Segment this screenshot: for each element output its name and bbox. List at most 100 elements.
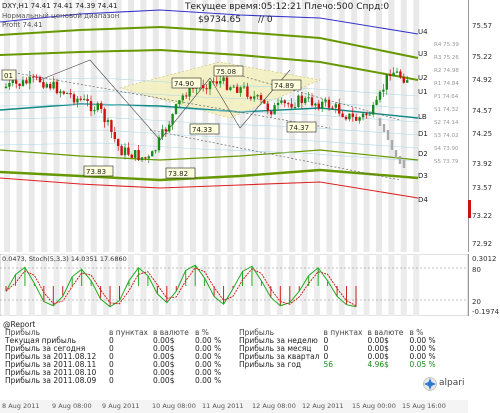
candle-body xyxy=(256,95,259,97)
candle-body xyxy=(304,98,307,103)
report-cell-label: Прибыль за год xyxy=(239,360,302,369)
stochastic-panel[interactable] xyxy=(0,254,468,316)
session-stripe xyxy=(103,254,110,316)
band-value: R4 75.39 xyxy=(434,42,459,48)
candle-body xyxy=(45,83,48,88)
candle-body xyxy=(341,113,344,117)
candle-body xyxy=(273,105,276,115)
candle-body xyxy=(174,104,178,114)
candle-body xyxy=(208,81,212,90)
session-stripe xyxy=(314,254,320,316)
session-stripe xyxy=(41,0,48,252)
session-stripe xyxy=(41,254,48,316)
candle-body xyxy=(103,108,106,123)
candle-body xyxy=(365,113,368,116)
report-panel: @Report Прибыль в пунктах в валюте в % Текущ… xyxy=(0,319,468,399)
report-row: Прибыль за год 56 4.96$ 0.05 % xyxy=(237,361,441,369)
candle-body xyxy=(8,83,11,87)
session-stripe xyxy=(177,254,184,316)
report-row: Прибыль за 2011.08.09 0 0.00$ 0.00 % xyxy=(3,377,227,385)
candle-body xyxy=(42,82,45,88)
candle-body xyxy=(52,81,55,89)
candle-body xyxy=(38,76,42,83)
report-right-table: Прибыль в пунктах в валюте в % Прибыль за не… xyxy=(237,329,441,369)
session-stripe xyxy=(103,0,110,252)
report-cell-label: Прибыль за 2011.08.09 xyxy=(5,376,97,385)
oscillator-tick: 20 xyxy=(472,298,481,306)
level-label: D4 xyxy=(418,196,428,204)
oscillator-scale[interactable]: 0.3012 80 20 -0.1974 xyxy=(468,254,500,316)
candle-body xyxy=(205,88,208,90)
candle-body xyxy=(219,81,222,84)
time-tick: 11 Aug 2011 xyxy=(202,402,244,410)
candle-body xyxy=(382,89,385,92)
report-cell-currency: 0.00$ xyxy=(153,376,175,385)
candle-body xyxy=(324,99,327,102)
band-value: S5 73.79 xyxy=(434,159,459,165)
candle-body xyxy=(242,86,246,88)
candle-body xyxy=(229,87,232,90)
oscillator-tick: -0.1974 xyxy=(472,308,500,316)
session-stripe xyxy=(363,0,370,252)
band-value: S2 74.14 xyxy=(434,120,459,126)
candle-body xyxy=(385,74,388,90)
session-stripe xyxy=(66,254,72,316)
time-tick: 8 Aug 2011 xyxy=(2,402,40,410)
price-tick: 75.22 xyxy=(472,53,493,61)
candle-body xyxy=(215,81,218,84)
session-stripe xyxy=(53,254,60,316)
candle-body xyxy=(123,147,127,156)
callout-text: 73.83 xyxy=(86,168,106,176)
time-tick: 15 Aug 16:00 xyxy=(402,402,446,410)
price-callout: 74.89 xyxy=(271,79,302,91)
candle-body xyxy=(117,139,120,147)
price-tick: 73.92 xyxy=(472,160,493,168)
candle-body xyxy=(137,150,140,161)
candle-body xyxy=(66,93,69,95)
time-tick: 9 Aug 2011 xyxy=(102,402,140,410)
candle-body xyxy=(32,76,35,78)
candle-body xyxy=(249,96,252,99)
candle-body xyxy=(178,100,181,105)
session-stripe xyxy=(165,254,172,316)
candle-body xyxy=(140,157,144,161)
projection-candle xyxy=(398,156,402,164)
price-scale[interactable]: 75.57 75.22 74.92 74.57 74.25 73.92 73.57 73.22… xyxy=(468,0,500,252)
report-cell-points: 0 xyxy=(109,376,114,385)
report-cell-points: 56 xyxy=(323,360,333,369)
price-callout: 01 xyxy=(1,69,17,81)
candle-body xyxy=(144,157,147,159)
candle-body xyxy=(171,113,174,125)
time-axis[interactable]: 8 Aug 2011 9 Aug 08:00 9 Aug 2011 10 Aug 08… xyxy=(0,400,468,413)
time-tick: 9 Aug 08:00 xyxy=(52,402,92,410)
candle-body xyxy=(35,76,38,78)
projection-candle xyxy=(402,160,406,168)
candle-body xyxy=(62,91,65,94)
candle-body xyxy=(290,103,293,108)
candle-body xyxy=(161,129,164,138)
band-value: S4 73.90 xyxy=(434,146,459,152)
candle-body xyxy=(372,104,375,115)
session-stripe xyxy=(413,254,420,316)
price-callout: 74.33 xyxy=(189,123,220,135)
candle-body xyxy=(21,80,25,86)
indicator-name: Нормальный ценовой диапазон xyxy=(2,12,120,20)
session-stripe xyxy=(289,254,296,316)
projection-candle xyxy=(390,140,394,150)
callout-text: 01 xyxy=(4,72,13,80)
session-stripe xyxy=(351,0,358,252)
report-cell-pct: 0.00 % xyxy=(195,376,222,385)
candle-body xyxy=(334,104,337,108)
band-value: R2 74.98 xyxy=(434,68,459,74)
candle-body xyxy=(154,150,157,152)
session-stripe xyxy=(115,254,122,316)
candle-body xyxy=(348,113,351,120)
candle-body xyxy=(263,99,266,104)
current-price-marker xyxy=(468,200,471,218)
candle-body xyxy=(79,98,82,100)
candle-body xyxy=(392,72,395,77)
price-chart[interactable]: 01 74.90 75.08 74.89 74.33 74.37 73.83 73.82 xyxy=(0,0,468,252)
candle-body xyxy=(113,132,116,140)
candle-body xyxy=(59,91,62,94)
candle-body xyxy=(239,87,242,93)
